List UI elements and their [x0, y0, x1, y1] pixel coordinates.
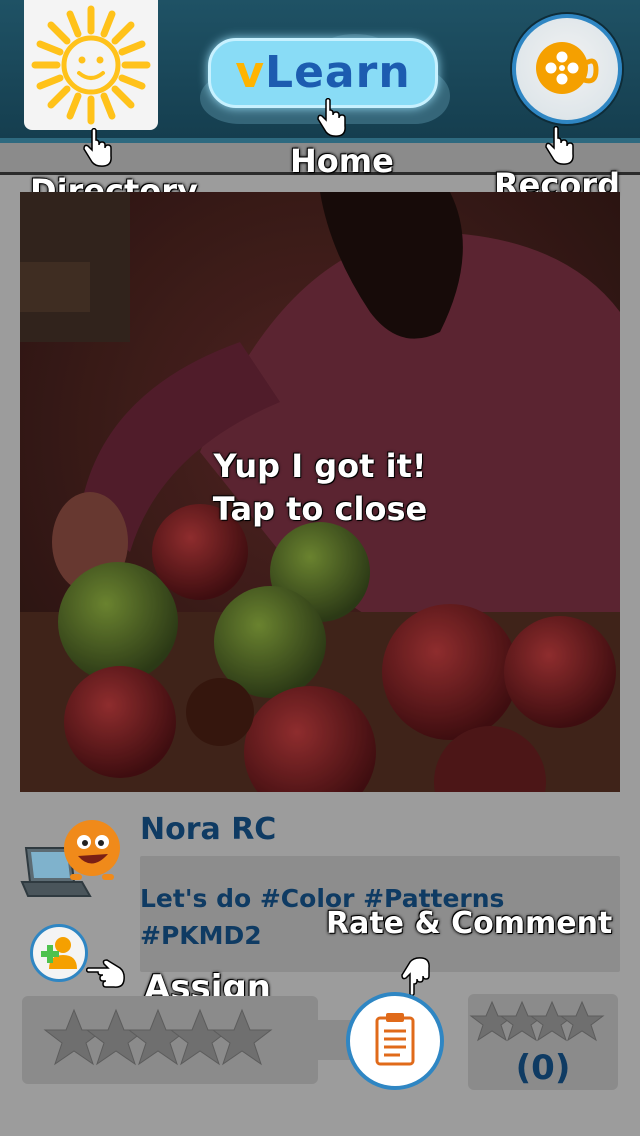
rating-count: (0)	[515, 1048, 571, 1088]
user-rating[interactable]	[22, 996, 318, 1084]
star-icon	[529, 1000, 575, 1042]
directory-button[interactable]	[24, 0, 158, 130]
star-icon	[469, 1000, 515, 1042]
pointing-hand-icon	[401, 957, 430, 996]
star-icon	[43, 1008, 105, 1066]
rating-stars	[43, 1008, 273, 1066]
logo-name: Learn	[265, 47, 411, 98]
record-button[interactable]	[512, 14, 622, 124]
close-overlay-message[interactable]: Yup I got it! Tap to close	[0, 445, 640, 531]
pointing-hand-icon	[545, 126, 574, 165]
user-avatar[interactable]	[20, 818, 124, 908]
overlay-line-1: Yup I got it!	[213, 447, 427, 485]
rate-comment-hint: Rate & Comment	[326, 906, 613, 941]
logo-prefix: v	[235, 47, 266, 98]
pointing-hand-icon	[317, 98, 346, 137]
star-icon	[211, 1008, 273, 1066]
add-user-icon	[41, 937, 77, 969]
overlay-line-2: Tap to close	[212, 490, 428, 528]
star-icon	[169, 1008, 231, 1066]
star-icon	[85, 1008, 147, 1066]
star-icon	[559, 1000, 605, 1042]
film-reel-icon	[536, 42, 599, 94]
average-stars	[469, 1000, 605, 1042]
clipboard-icon	[375, 1013, 415, 1066]
user-name[interactable]: Nora RC	[140, 812, 276, 847]
rate-comment-button[interactable]	[346, 992, 444, 1090]
pointing-hand-icon	[83, 128, 112, 167]
home-hint: Home	[290, 142, 394, 180]
star-icon	[499, 1000, 545, 1042]
assign-button[interactable]	[30, 924, 88, 982]
pointing-hand-icon	[86, 959, 125, 988]
star-icon	[127, 1008, 189, 1066]
sun-icon	[31, 5, 151, 125]
